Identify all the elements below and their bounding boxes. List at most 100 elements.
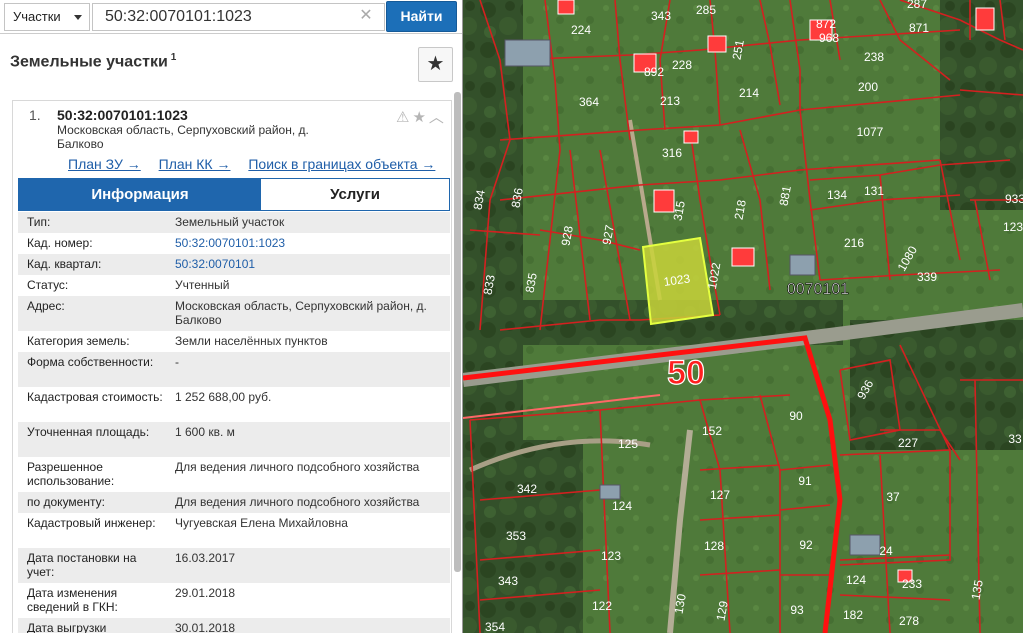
plot-label: 214 <box>739 86 759 100</box>
info-label: Дата постановки на учет: <box>27 551 137 579</box>
info-value: 30.01.2018 <box>175 621 236 633</box>
plot-label: 354 <box>485 620 505 633</box>
plot-label: 92 <box>799 538 813 552</box>
search-input[interactable]: 50:32:0070101:1023 <box>92 3 385 31</box>
warning-icon[interactable]: ⚠ <box>396 109 412 126</box>
plot-label: 182 <box>843 608 863 622</box>
info-panel: Участки 50:32:0070101:1023 ✕ Найти Земел… <box>0 0 463 633</box>
info-row: по документу: Для ведения личного подсобн… <box>18 492 450 513</box>
plot-label: 134 <box>827 188 847 202</box>
plot-label: 968 <box>819 31 839 45</box>
info-row: Форма собственности: - <box>18 352 450 387</box>
plot-label: 213 <box>660 94 680 108</box>
result-tabs: Информация Услуги <box>18 178 450 211</box>
search-type-label: Участки <box>13 9 61 24</box>
plot-label: 91 <box>798 474 812 488</box>
info-row: Адрес: Московская область, Серпуховский р… <box>18 296 450 331</box>
info-label: Дата изменения сведений в ГКН: <box>27 586 118 614</box>
info-label: Кад. номер: <box>27 236 93 250</box>
info-label: Разрешенное использование: <box>27 460 115 488</box>
result-address: Московская область, Серпуховский район, … <box>57 123 309 151</box>
chevron-down-icon <box>74 15 82 20</box>
info-row: Дата изменения сведений в ГКН: 29.01.2018 <box>18 583 450 618</box>
info-label: Кад. квартал: <box>27 257 102 271</box>
info-value: 16.03.2017 <box>175 551 236 565</box>
info-row: Уточненная площадь: 1 600 кв. м <box>18 422 450 457</box>
plot-label: 339 <box>917 270 937 284</box>
search-type-select[interactable]: Участки <box>4 3 90 31</box>
plot-label: 278 <box>899 614 919 628</box>
info-value[interactable]: 50:32:0070101:1023 <box>175 236 445 250</box>
result-links: План ЗУ → План КК → Поиск в границах объ… <box>68 156 449 172</box>
info-label: Категория земель: <box>27 334 130 348</box>
results-count: 1 <box>170 52 177 63</box>
info-label: Тип: <box>27 215 51 229</box>
plot-label: 343 <box>651 9 671 23</box>
info-label: по документу: <box>27 495 105 509</box>
plot-label: 152 <box>702 424 722 438</box>
info-row: Дата постановки на учет: 16.03.2017 <box>18 548 450 583</box>
plot-label: 33 <box>1008 432 1022 446</box>
plot-label: 122 <box>592 599 612 613</box>
plot-label: 123 <box>1003 220 1023 234</box>
info-value: Чугуевская Елена Михайловна <box>175 516 348 530</box>
info-label: Кадастровый инженер: <box>27 516 156 530</box>
info-label: Кадастровая стоимость: <box>27 390 163 404</box>
info-row: Кад. номер: 50:32:0070101:1023 <box>18 233 450 254</box>
plot-label: 287 <box>907 0 927 11</box>
tab-services[interactable]: Услуги <box>261 179 449 210</box>
plot-label: 127 <box>710 488 730 502</box>
info-value: Земли населённых пунктов <box>175 334 328 348</box>
info-table: Тип: Земельный участок Кад. номер: 50:32:00… <box>18 212 450 633</box>
link-plan-kk[interactable]: План КК → <box>159 156 231 172</box>
result-cadastral-number[interactable]: 50:32:0070101:1023 <box>57 107 188 123</box>
tab-information[interactable]: Информация <box>19 179 261 210</box>
star-icon: ★ <box>426 53 445 75</box>
link-search-in-bounds[interactable]: Поиск в границах объекта → <box>248 156 435 172</box>
info-row: Кадастровая стоимость: 1 252 688,00 руб. <box>18 387 450 422</box>
info-value[interactable]: 50:32:0070101 <box>175 257 445 271</box>
plot-label: 892 <box>644 65 664 79</box>
info-label: Дата выгрузки <box>27 621 107 633</box>
star-icon[interactable]: ★ <box>412 109 428 126</box>
search-bar: Участки 50:32:0070101:1023 ✕ Найти <box>0 0 462 34</box>
plot-label: 90 <box>789 409 803 423</box>
info-row: Разрешенное использование: Для ведения ли… <box>18 457 450 492</box>
info-value: Учтенный <box>175 278 230 292</box>
plot-label: 124 <box>846 573 866 587</box>
plot-label: 128 <box>704 539 724 553</box>
plot-label: 93 <box>790 603 804 617</box>
plot-label: 364 <box>579 95 599 109</box>
plot-label: 1077 <box>857 125 884 139</box>
info-row: Статус: Учтенный <box>18 275 450 296</box>
close-icon[interactable]: ✕ <box>358 6 374 26</box>
info-label: Статус: <box>27 278 69 292</box>
find-button[interactable]: Найти <box>386 1 457 32</box>
plot-label: 238 <box>864 50 884 64</box>
chevron-up-icon[interactable]: ︿ <box>429 109 447 126</box>
info-value: Для ведения личного подсобного хозяйства <box>175 495 420 509</box>
plot-label: 233 <box>902 577 922 591</box>
favorites-button[interactable]: ★ <box>418 47 453 82</box>
info-row: Дата выгрузки 30.01.2018 <box>18 618 450 633</box>
info-label: Форма собственности: <box>27 355 154 369</box>
plot-label: 125 <box>618 437 638 451</box>
plot-label: 316 <box>662 146 682 160</box>
plot-label: 228 <box>672 58 692 72</box>
info-row: Тип: Земельный участок <box>18 212 450 233</box>
info-value: Для ведения личного подсобного хозяйства <box>175 460 420 474</box>
info-row: Кадастровый инженер: Чугуевская Елена Мих… <box>18 513 450 548</box>
link-plan-zu[interactable]: План ЗУ → <box>68 156 141 172</box>
info-row: Кад. квартал: 50:32:0070101 <box>18 254 450 275</box>
scrollbar[interactable] <box>454 92 461 572</box>
plot-label: 343 <box>498 574 518 588</box>
quarter-label: 0070101 <box>787 281 849 298</box>
results-header: Земельные участки 1 ★ <box>0 34 462 90</box>
plot-label: 124 <box>612 499 632 513</box>
plot-label: 933 <box>1005 192 1023 206</box>
plot-label: 353 <box>506 529 526 543</box>
plot-label: 342 <box>517 482 537 496</box>
plot-label: 216 <box>844 236 864 250</box>
result-actions: ⚠★︿ <box>396 106 447 127</box>
info-value: 29.01.2018 <box>175 586 236 600</box>
